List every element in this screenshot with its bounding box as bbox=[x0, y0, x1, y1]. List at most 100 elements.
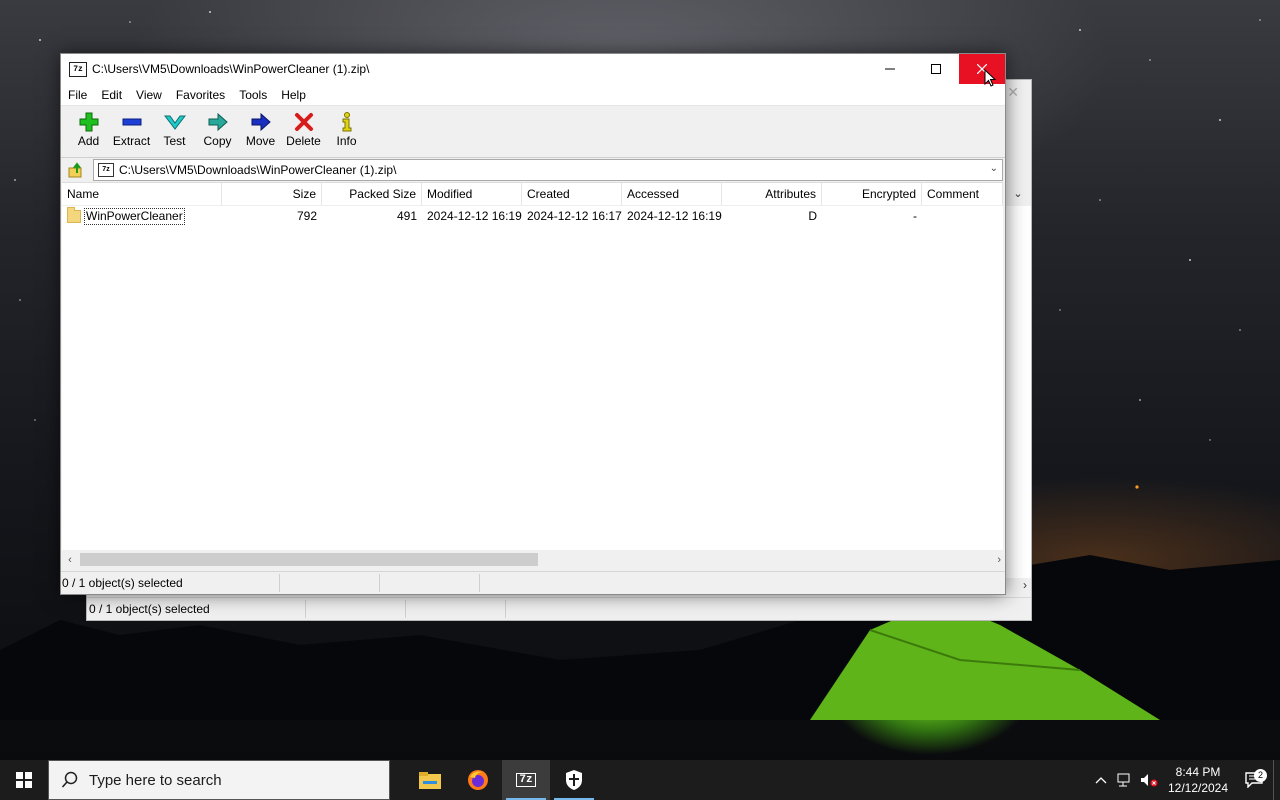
status-text: 0 / 1 object(s) selected bbox=[62, 576, 183, 590]
scroll-left-icon[interactable]: ‹ bbox=[62, 554, 78, 566]
background-scroll-right-icon[interactable]: › bbox=[1023, 578, 1027, 592]
status-divider bbox=[479, 574, 480, 592]
row-packed-size: 491 bbox=[396, 209, 417, 223]
copy-icon bbox=[208, 112, 228, 132]
taskbar-7zip[interactable]: 7z bbox=[502, 760, 550, 800]
column-created[interactable]: Created bbox=[522, 183, 622, 205]
background-status-divider bbox=[305, 600, 306, 618]
delete-icon bbox=[294, 113, 313, 131]
background-status-divider bbox=[505, 600, 506, 618]
row-accessed: 2024-12-12 16:19 bbox=[627, 209, 722, 223]
status-divider bbox=[279, 574, 280, 592]
folder-up-icon bbox=[68, 162, 82, 178]
address-input[interactable]: 7z C:\Users\VM5\Downloads\WinPowerCleane… bbox=[93, 159, 1003, 181]
test-button[interactable]: Test bbox=[153, 106, 196, 148]
clock-time: 8:44 PM bbox=[1175, 765, 1221, 779]
close-button[interactable] bbox=[959, 54, 1005, 84]
window-title: C:\Users\VM5\Downloads\WinPowerCleaner (… bbox=[92, 62, 370, 76]
start-button[interactable] bbox=[0, 760, 48, 800]
column-name[interactable]: Name bbox=[62, 183, 222, 205]
move-icon bbox=[251, 112, 271, 132]
test-label: Test bbox=[163, 134, 186, 148]
row-comment bbox=[922, 206, 1003, 227]
search-icon bbox=[61, 771, 78, 788]
7zip-app-icon: 7z bbox=[69, 61, 87, 77]
row-name-cell[interactable]: WinPowerCleaner bbox=[62, 206, 222, 227]
minimize-icon bbox=[885, 68, 895, 70]
background-close-icon[interactable]: ✕ bbox=[1007, 84, 1019, 101]
info-label: Info bbox=[336, 134, 357, 148]
background-status-bar: 0 / 1 object(s) selected bbox=[87, 597, 1031, 620]
copy-label: Copy bbox=[203, 134, 232, 148]
volume-muted-icon[interactable] bbox=[1137, 772, 1161, 788]
column-packed-size[interactable]: Packed Size bbox=[322, 183, 422, 205]
row-attributes: D bbox=[808, 209, 817, 223]
menu-help[interactable]: Help bbox=[274, 88, 313, 102]
column-comment[interactable]: Comment bbox=[922, 183, 1003, 205]
minimize-button[interactable] bbox=[867, 54, 913, 84]
copy-button[interactable]: Copy bbox=[196, 106, 239, 148]
scroll-right-icon[interactable]: › bbox=[997, 554, 1001, 566]
column-size[interactable]: Size bbox=[222, 183, 322, 205]
taskbar-clock[interactable]: 8:44 PM 12/12/2024 bbox=[1161, 764, 1235, 796]
table-row[interactable]: WinPowerCleaner 792 491 2024-12-12 16:19… bbox=[62, 206, 1003, 227]
taskbar-windows-security[interactable] bbox=[550, 760, 598, 800]
taskbar-firefox[interactable] bbox=[454, 760, 502, 800]
menu-bar: File Edit View Favorites Tools Help bbox=[61, 84, 1005, 106]
taskbar-file-explorer[interactable] bbox=[406, 760, 454, 800]
extract-icon bbox=[122, 118, 141, 126]
column-accessed[interactable]: Accessed bbox=[622, 183, 722, 205]
info-icon bbox=[342, 112, 351, 132]
maximize-icon bbox=[931, 64, 941, 74]
add-icon bbox=[79, 112, 98, 132]
column-modified[interactable]: Modified bbox=[422, 183, 522, 205]
file-list[interactable]: Name Size Packed Size Modified Created A… bbox=[62, 182, 1003, 550]
column-attributes[interactable]: Attributes bbox=[722, 183, 822, 205]
windows-logo-icon bbox=[16, 772, 32, 788]
folder-up-button[interactable] bbox=[65, 159, 87, 181]
taskbar-search[interactable]: Type here to search bbox=[48, 760, 390, 800]
test-icon bbox=[163, 115, 186, 130]
tray-chevron-up-icon[interactable] bbox=[1089, 776, 1113, 784]
firefox-icon bbox=[468, 770, 488, 790]
column-headers: Name Size Packed Size Modified Created A… bbox=[62, 183, 1003, 206]
delete-label: Delete bbox=[286, 134, 321, 148]
scroll-thumb[interactable] bbox=[80, 553, 538, 566]
info-button[interactable]: Info bbox=[325, 106, 368, 148]
7zip-window[interactable]: 7z C:\Users\VM5\Downloads\WinPowerCleane… bbox=[60, 53, 1006, 595]
background-status-divider bbox=[405, 600, 406, 618]
move-button[interactable]: Move bbox=[239, 106, 282, 148]
menu-view[interactable]: View bbox=[129, 88, 169, 102]
background-list-pane bbox=[1004, 206, 1031, 578]
column-encrypted[interactable]: Encrypted bbox=[822, 183, 922, 205]
status-divider bbox=[379, 574, 380, 592]
extract-button[interactable]: Extract bbox=[110, 106, 153, 148]
network-icon[interactable] bbox=[1113, 772, 1137, 788]
menu-favorites[interactable]: Favorites bbox=[169, 88, 232, 102]
maximize-button[interactable] bbox=[913, 54, 959, 84]
action-center-button[interactable]: 2 bbox=[1235, 769, 1273, 788]
address-bar: 7z C:\Users\VM5\Downloads\WinPowerCleane… bbox=[61, 158, 1005, 182]
menu-tools[interactable]: Tools bbox=[232, 88, 274, 102]
mouse-cursor-icon bbox=[984, 69, 997, 87]
address-dropdown-icon[interactable]: ⌄ bbox=[990, 163, 998, 174]
taskbar: Type here to search 7z 8:44 PM 12/12/202… bbox=[0, 760, 1280, 800]
row-encrypted: - bbox=[913, 209, 917, 223]
row-modified: 2024-12-12 16:19 bbox=[427, 209, 522, 223]
toolbar: Add Extract Test Copy Move Delete Info bbox=[61, 106, 1005, 158]
file-explorer-icon bbox=[419, 772, 441, 789]
delete-button[interactable]: Delete bbox=[282, 106, 325, 148]
row-name: WinPowerCleaner bbox=[84, 208, 185, 225]
background-status-text: 0 / 1 object(s) selected bbox=[89, 602, 210, 616]
background-column-chevron-icon: ⌄ bbox=[1004, 184, 1031, 204]
extract-label: Extract bbox=[112, 134, 151, 148]
title-bar[interactable]: 7z C:\Users\VM5\Downloads\WinPowerCleane… bbox=[61, 54, 1005, 84]
add-button[interactable]: Add bbox=[67, 106, 110, 148]
clock-date: 12/12/2024 bbox=[1167, 781, 1229, 795]
menu-edit[interactable]: Edit bbox=[94, 88, 129, 102]
7zip-icon: 7z bbox=[516, 773, 536, 787]
row-created: 2024-12-12 16:17 bbox=[527, 209, 622, 223]
horizontal-scrollbar[interactable]: ‹ › bbox=[62, 551, 1003, 568]
menu-file[interactable]: File bbox=[61, 88, 94, 102]
status-bar: 0 / 1 object(s) selected bbox=[61, 571, 1005, 594]
